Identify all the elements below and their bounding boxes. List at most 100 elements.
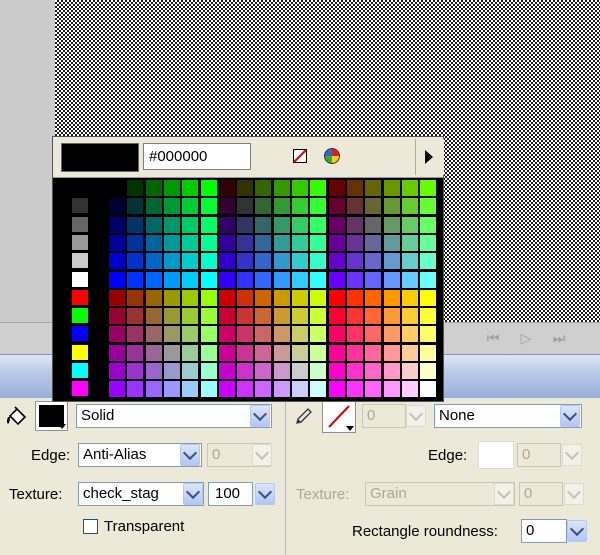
swatch-cell[interactable] — [310, 326, 327, 343]
swatch-cell[interactable] — [145, 234, 162, 251]
swatch-cell[interactable] — [72, 271, 88, 287]
swatch-cell[interactable] — [72, 344, 88, 360]
swatch-cell[interactable] — [365, 381, 382, 398]
swatch-cell[interactable] — [218, 271, 235, 288]
swatch-cell[interactable] — [255, 180, 272, 196]
swatch-cell[interactable] — [200, 344, 217, 361]
swatch-cell[interactable] — [365, 216, 382, 233]
swatch-cell[interactable] — [182, 271, 199, 288]
swatch-cell[interactable] — [145, 344, 162, 361]
swatch-cell[interactable] — [310, 271, 327, 288]
swatch-cell[interactable] — [145, 271, 162, 288]
stroke-edge-number-field[interactable]: 0 — [517, 443, 561, 467]
swatch-cell[interactable] — [255, 271, 272, 288]
swatch-cell[interactable] — [310, 363, 327, 379]
swatch-cell[interactable] — [328, 308, 345, 325]
stroke-texture-dropdown[interactable] — [494, 483, 514, 505]
swatch-cell[interactable] — [420, 326, 437, 343]
swatch-cell[interactable] — [200, 289, 217, 306]
swatch-cell[interactable] — [255, 363, 272, 379]
swatch-cell[interactable] — [72, 381, 88, 397]
swatch-cell[interactable] — [401, 363, 418, 379]
swatch-cell[interactable] — [292, 198, 308, 215]
fill-color-button[interactable] — [35, 401, 68, 431]
swatch-cell[interactable] — [218, 326, 235, 343]
swatch-cell[interactable] — [163, 198, 180, 215]
swatch-cell[interactable] — [218, 180, 235, 196]
stroke-width-dropdown[interactable] — [406, 405, 426, 427]
swatch-cell[interactable] — [255, 198, 272, 215]
swatch-cell[interactable] — [127, 198, 144, 215]
swatch-cell[interactable] — [109, 180, 125, 196]
swatch-cell[interactable] — [72, 198, 88, 214]
swatch-cell[interactable] — [401, 198, 418, 215]
swatch-cell[interactable] — [72, 326, 88, 342]
next-frame-icon[interactable]: ⏭ — [548, 329, 570, 349]
swatch-cell[interactable] — [182, 308, 199, 325]
swatch-cell[interactable] — [163, 326, 180, 343]
swatch-cell[interactable] — [328, 289, 345, 306]
swatch-cell[interactable] — [328, 234, 345, 251]
swatch-cell[interactable] — [145, 289, 162, 306]
fill-type-select[interactable]: Solid — [76, 404, 272, 428]
color-wheel-icon[interactable] — [324, 148, 340, 164]
swatch-cell[interactable] — [328, 253, 345, 270]
swatch-cell[interactable] — [310, 381, 327, 398]
swatch-cell[interactable] — [237, 198, 254, 215]
swatch-cell[interactable] — [383, 326, 400, 343]
swatch-cell[interactable] — [109, 216, 125, 233]
fill-type-dropdown[interactable] — [250, 405, 270, 427]
swatch-cell[interactable] — [218, 234, 235, 251]
swatch-cell[interactable] — [420, 289, 437, 306]
swatch-cell[interactable] — [346, 363, 363, 379]
swatch-cell[interactable] — [273, 326, 290, 343]
swatch-cell[interactable] — [401, 216, 418, 233]
swatch-cell[interactable] — [420, 271, 437, 288]
swatch-cell[interactable] — [163, 180, 180, 196]
swatch-cell[interactable] — [72, 253, 88, 269]
swatch-cell[interactable] — [310, 234, 327, 251]
swatch-cell[interactable] — [401, 381, 418, 398]
swatch-cell[interactable] — [237, 308, 254, 325]
swatch-cell[interactable] — [420, 381, 437, 398]
swatch-cell[interactable] — [200, 253, 217, 270]
swatch-cell[interactable] — [310, 198, 327, 215]
swatch-cell[interactable] — [420, 180, 437, 196]
swatch-cell[interactable] — [328, 180, 345, 196]
stroke-style-dropdown[interactable] — [560, 405, 580, 427]
edge-dropdown[interactable] — [180, 444, 200, 466]
swatch-cell[interactable] — [237, 253, 254, 270]
swatch-cell[interactable] — [346, 198, 363, 215]
swatch-cell[interactable] — [182, 253, 199, 270]
swatch-cell[interactable] — [163, 253, 180, 270]
swatch-cell[interactable] — [346, 253, 363, 270]
swatch-cell[interactable] — [163, 271, 180, 288]
swatch-cell[interactable] — [346, 308, 363, 325]
swatch-cell[interactable] — [182, 381, 199, 398]
popup-options-button[interactable] — [415, 139, 444, 175]
swatch-cell[interactable] — [273, 271, 290, 288]
swatch-cell[interactable] — [365, 180, 382, 196]
swatch-cell[interactable] — [72, 363, 88, 378]
roundness-field[interactable]: 0 — [521, 519, 567, 543]
swatch-cell[interactable] — [163, 216, 180, 233]
swatch-cell[interactable] — [292, 271, 308, 288]
texture-percent-field[interactable]: 100 — [208, 482, 253, 506]
swatch-cell[interactable] — [401, 271, 418, 288]
swatch-cell[interactable] — [255, 234, 272, 251]
swatch-cell[interactable] — [109, 381, 125, 398]
swatch-cell[interactable] — [346, 234, 363, 251]
swatch-cell[interactable] — [255, 253, 272, 270]
swatch-cell[interactable] — [127, 326, 144, 343]
swatch-cell[interactable] — [273, 234, 290, 251]
swatch-cell[interactable] — [255, 216, 272, 233]
swatch-cell[interactable] — [218, 216, 235, 233]
swatch-cell[interactable] — [182, 216, 199, 233]
swatch-cell[interactable] — [145, 308, 162, 325]
swatch-cell[interactable] — [72, 216, 88, 232]
swatch-cell[interactable] — [292, 363, 308, 379]
swatch-cell[interactable] — [328, 326, 345, 343]
no-color-icon[interactable] — [293, 149, 307, 163]
swatch-cell[interactable] — [145, 326, 162, 343]
swatch-cell[interactable] — [237, 344, 254, 361]
